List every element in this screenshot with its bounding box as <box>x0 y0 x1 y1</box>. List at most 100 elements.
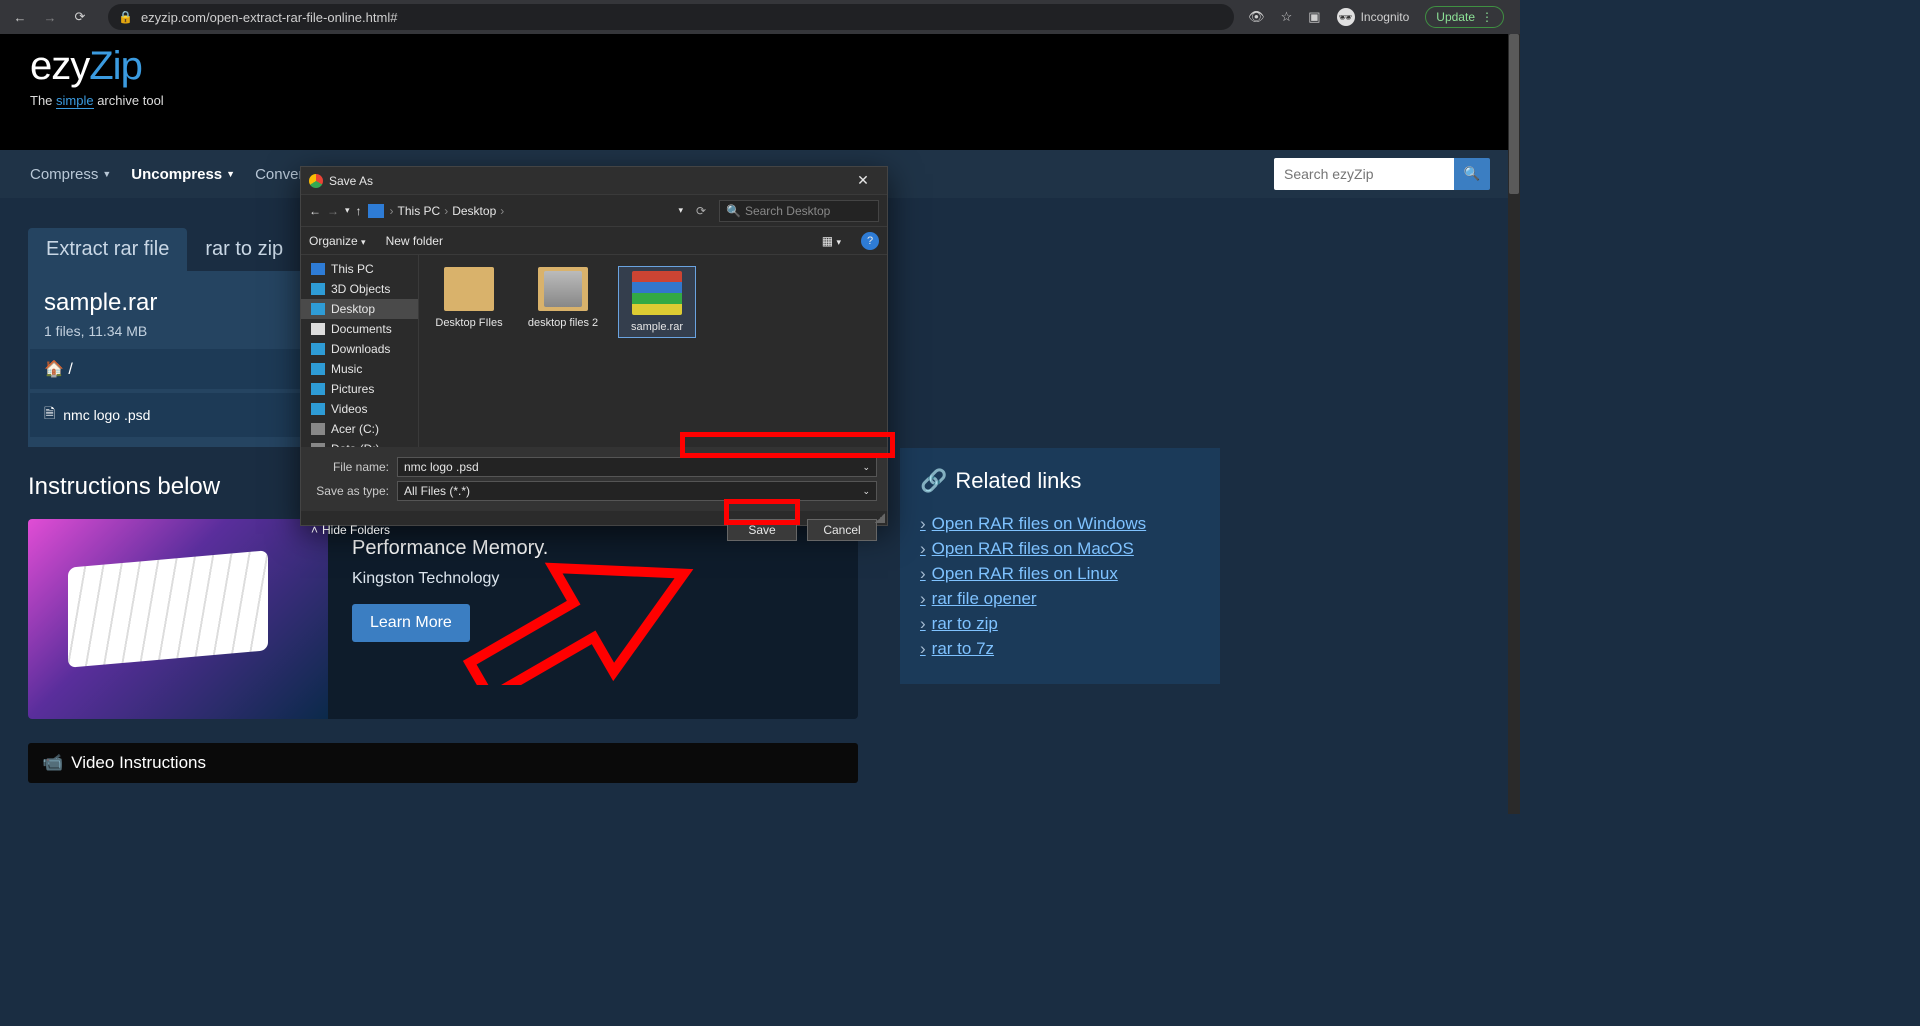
tree-desktop[interactable]: Desktop <box>301 299 418 319</box>
filename-input[interactable]: nmc logo .psd⌄ <box>397 457 877 477</box>
related-link[interactable]: ›rar to zip <box>920 614 1200 634</box>
tree-documents[interactable]: Documents <box>301 319 418 339</box>
dialog-search-placeholder: Search Desktop <box>745 204 830 218</box>
tab-extract-rar[interactable]: Extract rar file <box>28 228 187 271</box>
tree-drive-d[interactable]: Data (D:) <box>301 439 418 447</box>
folder-item[interactable]: Desktop FIles <box>431 267 507 329</box>
logo-ezy: ezy <box>30 44 89 88</box>
nav-uncompress-label: Uncompress <box>131 166 222 183</box>
tree-downloads[interactable]: Downloads <box>301 339 418 359</box>
back-button[interactable]: ← <box>8 5 32 29</box>
forward-button[interactable]: → <box>38 5 62 29</box>
tree-music[interactable]: Music <box>301 359 418 379</box>
kebab-icon: ⋮ <box>1481 10 1493 24</box>
organize-menu[interactable]: Organize ▾ <box>309 234 366 248</box>
reload-button[interactable]: ⟳ <box>68 5 92 29</box>
close-button[interactable]: ✕ <box>847 172 879 189</box>
panel-icon[interactable]: ▣ <box>1308 9 1320 25</box>
related-link[interactable]: ›rar to 7z <box>920 639 1200 659</box>
related-link[interactable]: ›rar file opener <box>920 589 1200 609</box>
nav-compress-label: Compress <box>30 166 98 183</box>
related-link-label: rar file opener <box>932 589 1037 609</box>
chevron-down-icon[interactable]: ▾ <box>678 205 683 216</box>
chevron-right-icon: › <box>920 539 926 559</box>
scrollbar-thumb[interactable] <box>1509 34 1519 194</box>
chevron-down-icon: ⌄ <box>862 462 870 473</box>
tree-videos[interactable]: Videos <box>301 399 418 419</box>
related-links-card: 🔗 Related links ›Open RAR files on Windo… <box>900 448 1220 684</box>
eye-off-icon[interactable]: 👁 <box>1248 9 1265 25</box>
folder-icon <box>538 267 588 311</box>
resize-handle[interactable] <box>875 513 885 523</box>
dialog-title: Save As <box>329 174 373 188</box>
view-menu[interactable]: ▦ ▾ <box>822 234 841 248</box>
tree-label: Desktop <box>331 302 375 316</box>
nav-uncompress[interactable]: Uncompress▼ <box>131 166 235 183</box>
downloads-icon <box>311 343 325 355</box>
save-button[interactable]: Save <box>727 519 797 541</box>
page-scrollbar[interactable] <box>1508 34 1520 814</box>
chevron-right-icon: › <box>390 204 394 218</box>
cancel-button[interactable]: Cancel <box>807 519 877 541</box>
tree-label: Downloads <box>331 342 390 356</box>
tree-drive-c[interactable]: Acer (C:) <box>301 419 418 439</box>
refresh-icon[interactable]: ⟳ <box>689 204 713 218</box>
drive-icon <box>311 443 325 447</box>
folder-item[interactable]: desktop files 2 <box>525 267 601 329</box>
nav-compress[interactable]: Compress▼ <box>30 166 111 183</box>
folder-icon <box>444 267 494 311</box>
help-icon[interactable]: ? <box>861 232 879 250</box>
documents-icon <box>311 323 325 335</box>
logo-zip: Zip <box>89 44 142 88</box>
tree-label: This PC <box>331 262 374 276</box>
new-folder-button[interactable]: New folder <box>386 234 443 248</box>
incognito-indicator: 🕶 Incognito <box>1337 8 1410 26</box>
tree-pictures[interactable]: Pictures <box>301 379 418 399</box>
folder-tree: This PC 3D Objects Desktop Documents Dow… <box>301 255 419 447</box>
site-tagline: The simple archive tool <box>30 93 1490 108</box>
dialog-titlebar[interactable]: Save As ✕ <box>301 167 887 195</box>
search-input[interactable] <box>1274 158 1454 190</box>
star-icon[interactable]: ☆ <box>1281 9 1293 25</box>
video-instructions-bar[interactable]: 📹 Video Instructions <box>28 743 858 783</box>
related-link[interactable]: › Open RAR files on MacOS <box>920 539 1200 559</box>
browser-toolbar: ← → ⟳ 🔒 ezyzip.com/open-extract-rar-file… <box>0 0 1520 34</box>
breadcrumb-path: / <box>68 361 72 378</box>
music-icon <box>311 363 325 375</box>
dialog-search[interactable]: 🔍 Search Desktop <box>719 200 879 222</box>
pc-icon <box>368 204 384 218</box>
breadcrumb-pc[interactable]: This PC <box>398 204 441 218</box>
related-link-label: Open RAR files on Linux <box>932 564 1118 584</box>
tag-pre: The <box>30 93 56 108</box>
tree-3d-objects[interactable]: 3D Objects <box>301 279 418 299</box>
video-instructions-label: Video Instructions <box>71 753 206 773</box>
breadcrumb[interactable]: › This PC › Desktop › <box>390 204 505 218</box>
related-link[interactable]: ›Open RAR files on Windows <box>920 514 1200 534</box>
organize-label: Organize <box>309 234 358 248</box>
tree-label: Data (D:) <box>331 442 380 447</box>
breadcrumb-desktop[interactable]: Desktop <box>452 204 496 218</box>
update-button[interactable]: Update ⋮ <box>1425 6 1504 28</box>
tree-label: Documents <box>331 322 392 336</box>
tab-rar-to-zip[interactable]: rar to zip <box>187 228 301 271</box>
site-logo[interactable]: ezyZip <box>30 44 1490 89</box>
back-icon[interactable]: ← <box>309 204 321 218</box>
history-dropdown-icon[interactable]: ▾ <box>345 205 350 216</box>
tree-this-pc[interactable]: This PC <box>301 259 418 279</box>
archive-file-name: nmc logo .psd <box>63 407 150 423</box>
annotation-arrow <box>445 485 725 685</box>
address-bar[interactable]: 🔒 ezyzip.com/open-extract-rar-file-onlin… <box>108 4 1234 30</box>
desktop-icon <box>311 303 325 315</box>
search-button[interactable]: 🔍 <box>1454 158 1490 190</box>
pictures-icon <box>311 383 325 395</box>
chrome-icon <box>309 174 323 188</box>
search-icon: 🔍 <box>1464 166 1481 182</box>
forward-icon[interactable]: → <box>327 204 339 218</box>
file-item-rar[interactable]: sample.rar <box>619 267 695 337</box>
chevron-right-icon: › <box>444 204 448 218</box>
up-icon[interactable]: ↑ <box>356 204 362 218</box>
hide-folders-toggle[interactable]: ˄Hide Folders <box>311 523 390 537</box>
related-link[interactable]: ›Open RAR files on Linux <box>920 564 1200 584</box>
drive-icon <box>311 423 325 435</box>
related-link-label: Open RAR files on MacOS <box>932 539 1134 559</box>
